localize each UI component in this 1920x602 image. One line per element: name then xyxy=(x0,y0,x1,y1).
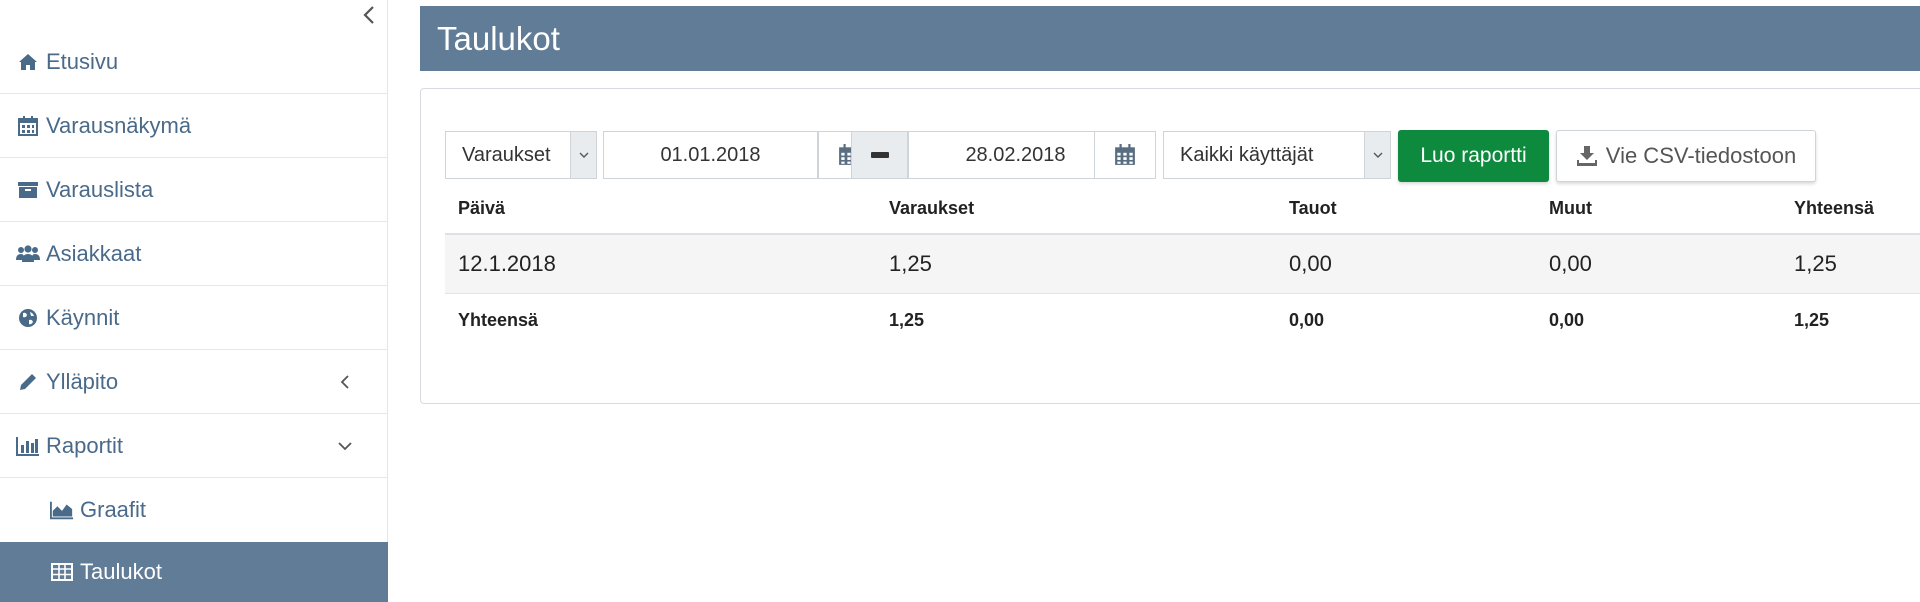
column-header: Päivä xyxy=(458,198,506,218)
table-cell: 12.1.2018 xyxy=(458,251,556,276)
sidebar-item-asiakkaat[interactable]: Asiakkaat xyxy=(0,222,388,286)
sidebar-item-label: Graafit xyxy=(80,497,147,522)
total-cell: 0,00 xyxy=(1289,310,1325,330)
sidebar-item-label: Etusivu xyxy=(46,48,119,74)
table-header-row: Päivä Varaukset Tauot Muut Yhteensä xyxy=(445,186,1920,235)
area-chart-icon xyxy=(50,498,74,522)
sidebar-item-kaynnit[interactable]: Käynnit xyxy=(0,286,388,350)
export-csv-label: Vie CSV-tiedostoon xyxy=(1605,143,1797,168)
sidebar-item-label: Raportit xyxy=(46,432,124,458)
sidebar-item-label: Varauslista xyxy=(46,176,154,202)
sidebar-item-label: Varausnäkymä xyxy=(46,112,192,138)
sidebar-item-label: Asiakkaat xyxy=(46,240,142,266)
table-icon xyxy=(50,560,74,584)
sidebar-item-graafit[interactable]: Graafit xyxy=(0,478,388,542)
table-cell: 0,00 xyxy=(1549,251,1592,276)
chevron-down-icon xyxy=(1364,132,1390,178)
bar-chart-icon xyxy=(16,434,40,458)
end-date-value: 28.02.2018 xyxy=(965,143,1066,166)
sidebar-item-etusivu[interactable]: Etusivu xyxy=(0,30,388,94)
user-select-value: Kaikki käyttäjät xyxy=(1180,143,1314,166)
calendar-icon xyxy=(1115,144,1135,165)
start-date-input[interactable]: 01.01.2018 xyxy=(603,131,818,179)
table-cell: 1,25 xyxy=(889,251,932,276)
sidebar-item-label: Ylläpito xyxy=(46,368,119,394)
export-csv-button[interactable]: Vie CSV-tiedostoon xyxy=(1556,130,1816,182)
start-date-value: 01.01.2018 xyxy=(660,143,761,166)
chevron-down-icon xyxy=(570,132,596,178)
sidebar-item-varausnakyma[interactable]: Varausnäkymä xyxy=(0,94,388,158)
users-icon xyxy=(16,242,40,266)
sidebar-item-taulukot[interactable]: Taulukot xyxy=(0,542,388,602)
column-header: Muut xyxy=(1549,198,1592,218)
user-select[interactable]: Kaikki käyttäjät xyxy=(1163,131,1391,179)
sidebar-collapse-button[interactable] xyxy=(358,2,380,28)
end-date-calendar-button[interactable] xyxy=(1094,131,1156,179)
total-cell: Yhteensä xyxy=(458,310,539,330)
column-header: Tauot xyxy=(1289,198,1337,218)
report-type-value: Varaukset xyxy=(462,143,551,166)
date-range-separator xyxy=(851,131,908,179)
chevron-left-icon xyxy=(336,373,354,391)
pencil-icon xyxy=(16,370,40,394)
page-title: Taulukot xyxy=(437,20,560,57)
table-cell: 1,25 xyxy=(1794,251,1837,276)
minus-icon xyxy=(870,152,889,158)
sidebar: Etusivu Varausnäkymä Varauslista Asiakka… xyxy=(0,0,388,602)
total-cell: 1,25 xyxy=(1794,310,1830,330)
table-row: 12.1.2018 1,25 0,00 0,00 1,25 xyxy=(445,235,1920,294)
sidebar-item-raportit[interactable]: Raportit xyxy=(0,414,388,478)
archive-icon xyxy=(16,178,40,202)
home-icon xyxy=(16,50,40,74)
sidebar-item-varauslista[interactable]: Varauslista xyxy=(0,158,388,222)
column-header: Yhteensä xyxy=(1794,198,1875,218)
create-report-button[interactable]: Luo raportti xyxy=(1398,130,1549,182)
download-icon xyxy=(1576,145,1598,167)
calendar-icon xyxy=(16,114,40,138)
create-report-label: Luo raportti xyxy=(1420,144,1527,167)
total-cell: 0,00 xyxy=(1549,310,1585,330)
table-cell: 0,00 xyxy=(1289,251,1332,276)
sidebar-item-label: Taulukot xyxy=(80,559,162,584)
chevron-down-icon xyxy=(336,437,354,455)
chevron-left-icon xyxy=(363,6,374,24)
table-total-row: Yhteensä 1,25 0,00 0,00 1,25 xyxy=(445,294,1920,352)
end-date-input[interactable]: 28.02.2018 xyxy=(908,131,1123,179)
globe-icon xyxy=(16,306,40,330)
total-cell: 1,25 xyxy=(889,310,925,330)
report-type-select[interactable]: Varaukset xyxy=(445,131,597,179)
sidebar-item-label: Käynnit xyxy=(46,304,120,330)
sidebar-item-yllapito[interactable]: Ylläpito xyxy=(0,350,388,414)
column-header: Varaukset xyxy=(889,198,975,218)
page-header: Taulukot xyxy=(420,6,1920,71)
